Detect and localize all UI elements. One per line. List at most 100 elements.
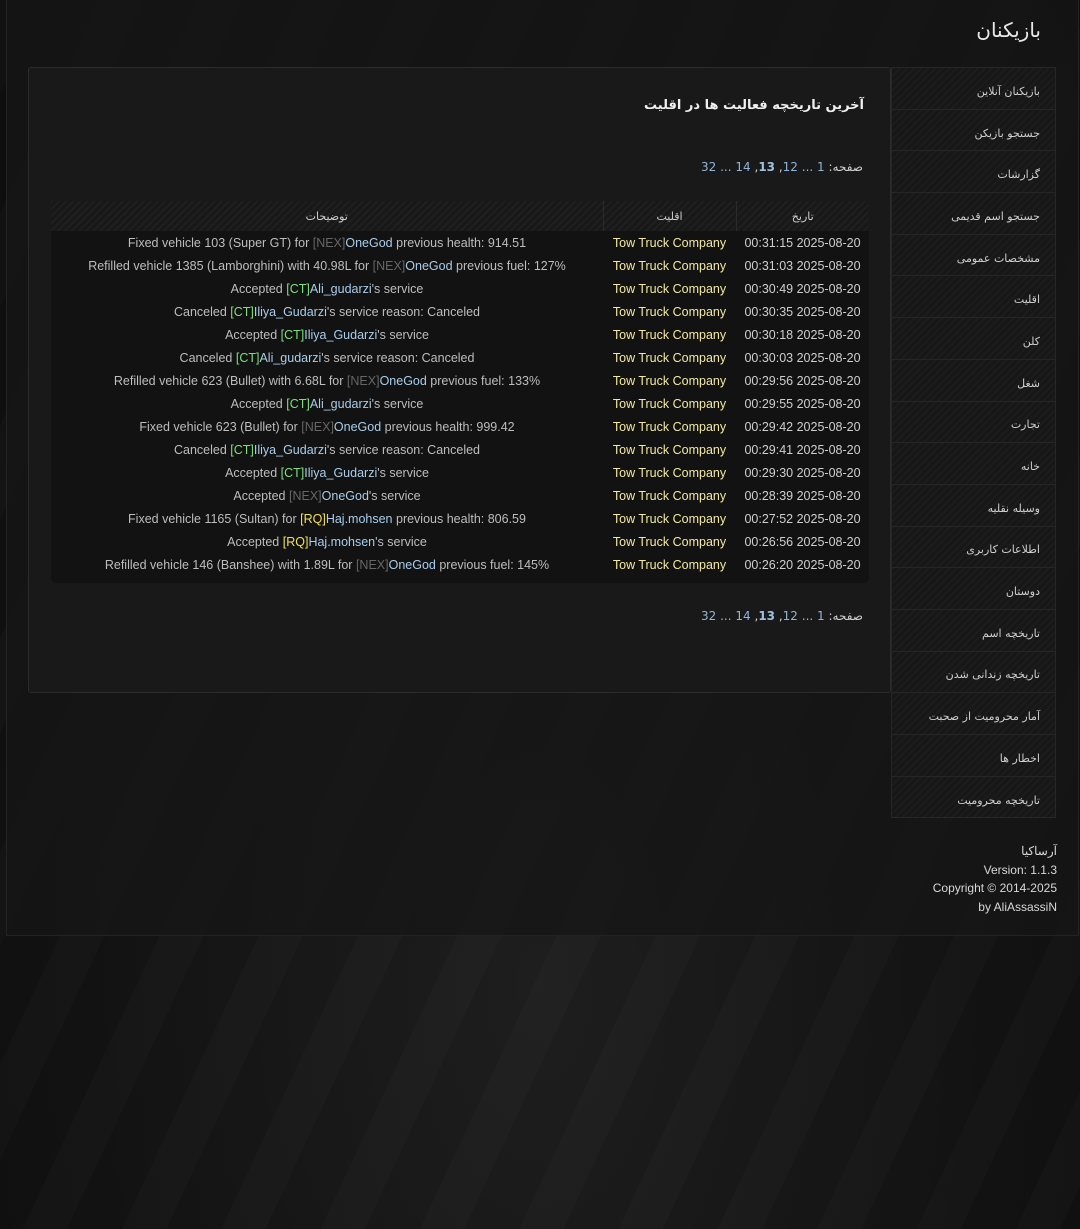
player-link[interactable]: Iliya_Gudarzi: [254, 305, 327, 319]
sidebar-item-search-old-name[interactable]: جستجو اسم قدیمی: [892, 193, 1055, 235]
sidebar-item-friends[interactable]: دوستان: [892, 568, 1055, 610]
desc-text: Accepted: [225, 327, 281, 342]
sidebar-item-general-info[interactable]: مشخصات عمومی: [892, 234, 1055, 277]
activity-panel: آخرین تاریخچه فعالیت ها در اقلیت صفحه: 1…: [28, 67, 891, 693]
table-row: 2025-08-20 00:29:41 Tow Truck Company Canc…: [51, 438, 869, 461]
header-desc: توضیحات: [51, 201, 603, 231]
desc-text: Canceled: [179, 350, 236, 365]
desc-text: previous fuel: 133%: [426, 373, 541, 388]
sidebar-item-name-history[interactable]: تاریخچه اسم: [892, 609, 1055, 652]
tag-rq: [RQ]: [282, 534, 309, 549]
sidebar-item-mute-stats[interactable]: آمار محرومیت از صحبت: [892, 693, 1055, 735]
cell-desc: Fixed vehicle 103 (Super GT) for [NEX]On…: [51, 231, 603, 254]
player-link[interactable]: Iliya_Gudarzi: [254, 443, 327, 457]
player-link[interactable]: Ali_gudarzi: [310, 282, 372, 296]
tag-ct: [CT]: [280, 327, 305, 342]
player-link[interactable]: Haj.mohsen: [308, 535, 375, 549]
table-row: 2025-08-20 00:27:52 Tow Truck Company Fixe…: [51, 507, 869, 530]
sidebar-item-label: بازیکنان آنلاین: [976, 84, 1040, 98]
page-current: 13: [758, 609, 776, 623]
cell-org[interactable]: Tow Truck Company: [603, 484, 736, 507]
table-row: 2025-08-20 00:31:15 Tow Truck Company Fixe…: [51, 231, 869, 254]
cell-org[interactable]: Tow Truck Company: [603, 323, 736, 346]
player-link[interactable]: OneGod: [345, 236, 392, 250]
player-link[interactable]: OneGod: [380, 374, 427, 388]
desc-text: previous fuel: 145%: [435, 557, 550, 572]
cell-org[interactable]: Tow Truck Company: [603, 254, 736, 277]
footer-author: by AliAssassiN: [978, 899, 1057, 914]
sidebar-item-label: گزارشات: [997, 168, 1040, 182]
sidebar-item-account-info[interactable]: اطلاعات کاربری: [892, 526, 1055, 569]
sidebar-item-label: وسیله نقلیه: [987, 501, 1040, 515]
desc-text: 's service: [368, 488, 421, 503]
cell-date: 2025-08-20 00:30:18: [744, 327, 861, 342]
cell-org[interactable]: Tow Truck Company: [603, 507, 736, 530]
player-link[interactable]: OneGod: [322, 489, 369, 503]
page-link-next[interactable]: 14: [735, 160, 750, 174]
page-link-next[interactable]: 14: [735, 609, 750, 623]
tag-nex: [NEX]: [346, 373, 380, 388]
sidebar-item-business[interactable]: تجارت: [892, 401, 1055, 444]
table-row: 2025-08-20 00:30:03 Tow Truck Company Canc…: [51, 346, 869, 369]
cell-org[interactable]: Tow Truck Company: [603, 438, 736, 461]
cell-org[interactable]: Tow Truck Company: [603, 277, 736, 300]
sidebar-item-job[interactable]: شغل: [892, 359, 1055, 402]
sidebar-item-label: مشخصات عمومی: [956, 251, 1040, 265]
activity-table: تاریخ اقلیت توضیحات 2025-08-20 00:31:15 T…: [51, 201, 869, 576]
player-link[interactable]: Haj.mohsen: [326, 512, 393, 526]
cell-desc: Refilled vehicle 1385 (Lamborghini) with…: [51, 254, 603, 277]
panel-title: آخرین تاریخچه فعالیت ها در اقلیت: [644, 98, 864, 113]
page-link-first[interactable]: 1: [817, 160, 825, 174]
sidebar-item-clan[interactable]: کلن: [892, 318, 1055, 360]
page-link-first[interactable]: 1: [817, 609, 825, 623]
sidebar-item-search-player[interactable]: جستجو بازیکن: [892, 109, 1055, 152]
desc-text: Refilled vehicle 1385 (Lamborghini) with…: [88, 258, 373, 273]
sidebar-item-online-players[interactable]: بازیکنان آنلاین: [892, 68, 1055, 110]
sidebar-item-warnings[interactable]: اخطار ها: [892, 735, 1055, 777]
cell-date: 2025-08-20 00:31:15: [744, 235, 861, 250]
sidebar-item-ban-history[interactable]: تاریخچه محرومیت: [892, 776, 1055, 819]
cell-desc: Canceled [CT]Iliya_Gudarzi's service rea…: [51, 300, 603, 323]
player-link[interactable]: Ali_gudarzi: [310, 397, 372, 411]
sidebar-item-house[interactable]: خانه: [892, 443, 1055, 485]
table-row: 2025-08-20 00:26:20 Tow Truck Company Refi…: [51, 553, 869, 576]
player-link[interactable]: OneGod: [389, 558, 436, 572]
sidebar-item-reports[interactable]: گزارشات: [892, 151, 1055, 194]
page-link-prev[interactable]: 12: [783, 609, 798, 623]
desc-text: Accepted: [227, 534, 283, 549]
cell-org[interactable]: Tow Truck Company: [603, 346, 736, 369]
desc-text: Canceled: [173, 442, 231, 457]
player-link[interactable]: OneGod: [334, 420, 381, 434]
sidebar-item-jail-history[interactable]: تاریخچه زندانی شدن: [892, 651, 1055, 694]
cell-date: 2025-08-20 00:29:56: [744, 373, 861, 388]
cell-desc: Accepted [CT]Iliya_Gudarzi's service: [51, 323, 603, 346]
cell-org[interactable]: Tow Truck Company: [603, 392, 736, 415]
cell-org[interactable]: Tow Truck Company: [603, 530, 736, 553]
cell-org[interactable]: Tow Truck Company: [603, 231, 736, 254]
player-link[interactable]: Iliya_Gudarzi: [304, 328, 377, 342]
table-row: 2025-08-20 00:30:49 Tow Truck Company Acce…: [51, 277, 869, 300]
player-link[interactable]: Iliya_Gudarzi: [304, 466, 377, 480]
cell-date: 2025-08-20 00:26:56: [744, 534, 861, 549]
player-link[interactable]: Ali_gudarzi: [259, 351, 321, 365]
cell-desc: Fixed vehicle 623 (Bullet) for [NEX]OneG…: [51, 415, 603, 438]
cell-org[interactable]: Tow Truck Company: [603, 461, 736, 484]
pagination-label: صفحه:: [828, 160, 863, 174]
sidebar-item-minority[interactable]: اقلیت: [892, 276, 1055, 319]
cell-date: 2025-08-20 00:30:35: [744, 304, 861, 319]
cell-date: 2025-08-20 00:30:03: [744, 350, 861, 365]
cell-org[interactable]: Tow Truck Company: [603, 415, 736, 438]
footer: آرساکیا Version: 1.1.3 Copyright © 2014-…: [933, 842, 1057, 916]
page-link-last[interactable]: 32: [701, 609, 716, 623]
cell-org[interactable]: Tow Truck Company: [603, 300, 736, 323]
header-org: اقلیت: [602, 201, 736, 231]
cell-org[interactable]: Tow Truck Company: [603, 369, 736, 392]
pagination-ellipsis: ...: [720, 160, 732, 174]
player-link[interactable]: OneGod: [405, 259, 452, 273]
sidebar-item-label: اخطار ها: [999, 751, 1040, 765]
cell-org[interactable]: Tow Truck Company: [603, 553, 736, 576]
sidebar-item-vehicle[interactable]: وسیله نقلیه: [892, 484, 1055, 527]
page-link-last[interactable]: 32: [701, 160, 716, 174]
cell-date: 2025-08-20 00:26:20: [744, 557, 861, 572]
page-link-prev[interactable]: 12: [783, 160, 798, 174]
